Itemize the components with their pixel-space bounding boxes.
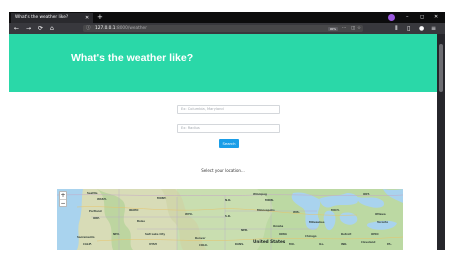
map-label-wis: WIS. [293,211,300,214]
zoom-out-button[interactable]: − [60,199,66,207]
page-content: What's the weather like? Ex: Columbia, M… [9,34,437,250]
map-label-nd: N.D. [225,199,232,202]
map-label-pa: PA. [387,243,392,246]
map-label-chicago: Chicago [305,235,317,238]
map-label-sacramento: Sacramento [77,236,95,239]
map-label-utah: UTAH [149,243,157,246]
library-icon[interactable]: ⫴ [395,23,398,34]
browser-window: What's the weather like? ✕ + – ◻ ✕ ← → ⟳… [9,12,445,250]
map-label-ill: ILL. [319,243,325,246]
map-label-calif: CALIF. [83,243,92,246]
map-label-ont: ONT. [363,193,370,196]
bookmark-star-icon[interactable]: ☆ [357,25,361,32]
map-label-nev: NEV. [113,233,120,236]
map-label-boise: Boise [137,220,145,223]
radius-input[interactable]: Ex: Radius [177,124,280,133]
minimize-icon[interactable]: – [406,12,409,23]
maximize-icon[interactable]: ◻ [420,12,424,23]
city-input[interactable]: Ex: Columbia, Maryland [177,105,280,114]
map-label-toronto: Toronto [377,221,389,224]
info-icon[interactable]: ⓘ [86,25,91,32]
tab-close-icon[interactable]: ✕ [85,13,89,23]
map-label-minn: MINN. [265,199,274,202]
url-host: 127.0.0.1 [95,26,116,31]
new-tab-button[interactable]: + [97,12,103,22]
hero-banner: What's the weather like? [9,34,437,92]
map-label-denver: Denver [195,237,206,240]
navigation-bar: ← → ⟳ ⌂ ⓘ 127.0.0.1:8000/weather 90% ···… [9,23,445,34]
address-bar[interactable]: ⓘ 127.0.0.1:8000/weather 90% ··· ◫ ☆ [83,25,363,32]
map-label-ind: IND. [341,243,348,246]
search-button[interactable]: Search [219,139,239,148]
page-actions-icon[interactable]: ··· [342,25,346,32]
tab-title: What's the weather like? [15,15,69,20]
map-label-mo: MO. [289,243,295,246]
zoom-in-button[interactable]: + [60,192,66,199]
location-prompt: Select your location... [201,168,245,173]
account-icon[interactable]: ● [419,23,424,34]
tab-bar: What's the weather like? ✕ + – ◻ ✕ [9,12,445,23]
map-label-cleveland: Cleveland [361,241,376,244]
zoom-control: + − [59,191,67,207]
map-label-wash: WASH. [97,198,107,201]
extension-icon[interactable] [388,14,395,21]
url-text: 127.0.0.1:8000/weather [95,25,147,32]
back-icon[interactable]: ← [14,23,19,34]
close-window-icon[interactable]: ✕ [434,12,438,23]
active-tab[interactable]: What's the weather like? ✕ [11,13,93,23]
map-label-mont: MONT. [157,197,167,200]
map-label-ore: ORE. [93,217,100,220]
pocket-icon[interactable]: ◫ [351,25,355,32]
map-label-detroit: Detroit [341,233,352,236]
map-label-omaha: Omaha [273,225,284,228]
page-title: What's the weather like? [71,52,194,64]
map-label-ohio: OHIO [371,233,379,236]
map-label-milwaukee: Milwaukee [309,221,325,224]
scrollbar-thumb[interactable] [439,44,443,92]
forward-icon[interactable]: → [26,23,31,34]
zoom-badge[interactable]: 90% [328,26,338,31]
map-label-ottawa: Ottawa [375,213,386,216]
page-scrollbar[interactable] [437,34,445,250]
map-label-neb: NEB. [241,229,248,232]
map-label-colo: COLO. [199,244,208,247]
map-label-wyo: WYO. [185,213,193,216]
location-map[interactable]: + − Seattle WASH. Portland ORE. IDAHO Bo… [57,189,403,250]
map-label-kans: KANS. [235,243,245,246]
map-label-seattle: Seattle [87,192,98,195]
sidebar-icon[interactable]: ▯ [407,23,410,34]
map-label-iowa: IOWA [279,233,287,236]
map-label-mich: MICH. [331,209,340,212]
home-icon[interactable]: ⌂ [50,23,54,34]
hamburger-menu-icon[interactable]: ≡ [431,23,436,34]
map-label-winnipeg: Winnipeg [253,193,267,196]
map-label-sd: S.D. [225,215,231,218]
map-label-portland: Portland [89,210,102,213]
reload-icon[interactable]: ⟳ [38,23,43,34]
url-path: :8000/weather [115,26,147,31]
map-label-country: United States [253,239,286,244]
map-label-minneapolis: Minneapolis [257,209,275,212]
map-label-salt-lake: Salt Lake City [145,233,166,236]
map-label-idaho: IDAHO [129,209,139,212]
